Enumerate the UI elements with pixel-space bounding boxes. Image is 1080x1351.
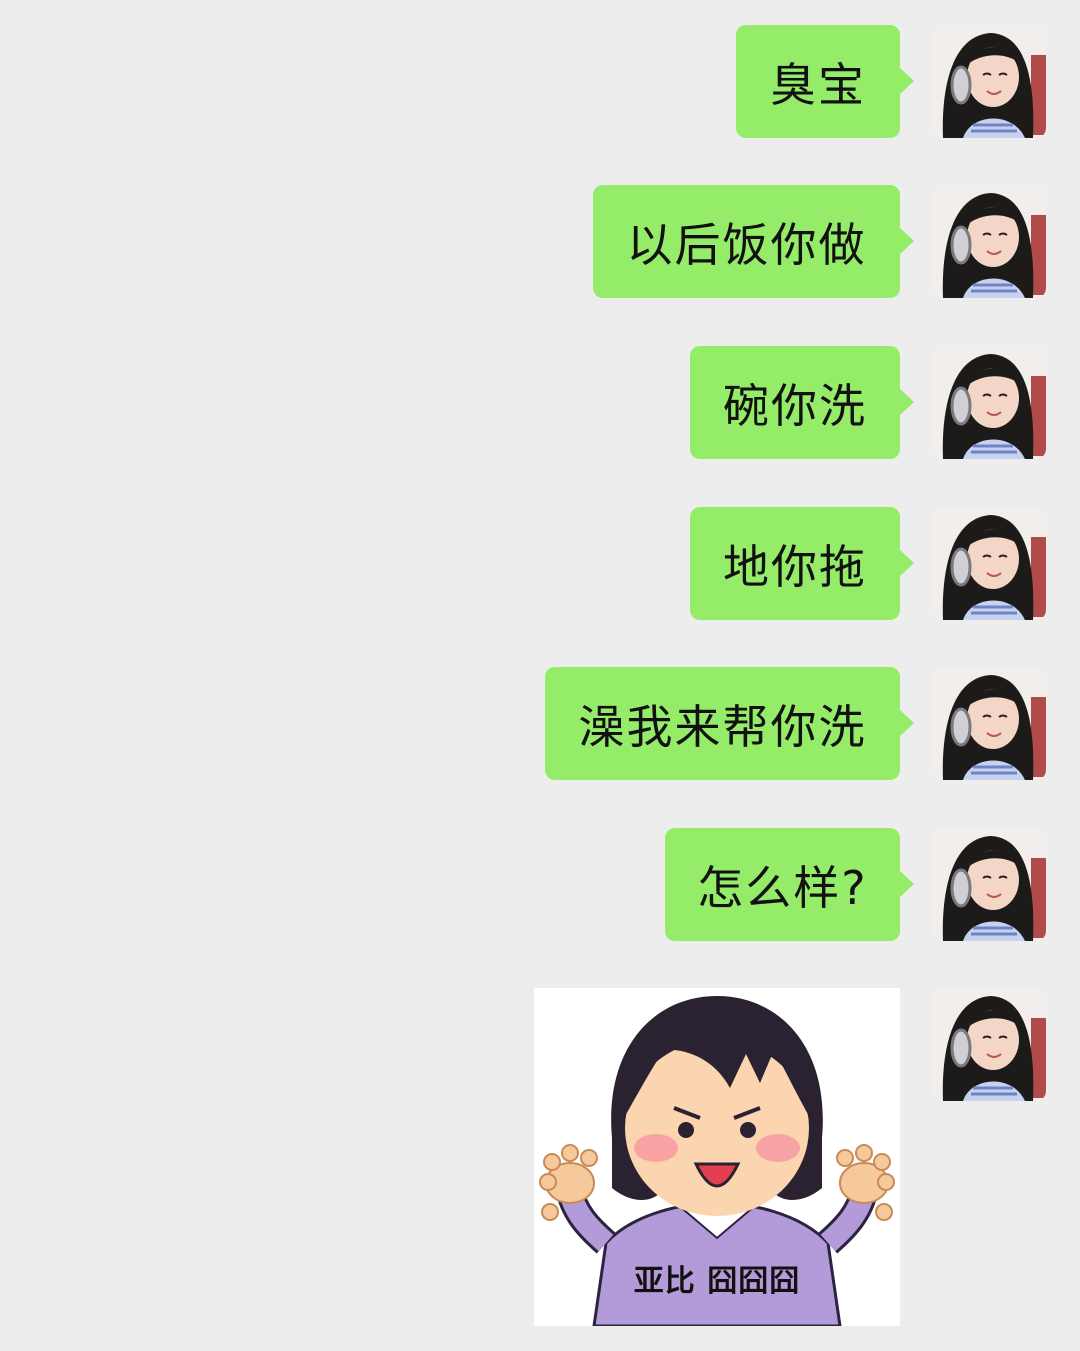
avatar[interactable] bbox=[933, 25, 1046, 138]
avatar[interactable] bbox=[933, 988, 1046, 1101]
avatar-photo-icon bbox=[933, 25, 1046, 138]
avatar[interactable] bbox=[933, 507, 1046, 620]
message-text: 臭宝 bbox=[770, 57, 866, 112]
avatar-photo-icon bbox=[933, 507, 1046, 620]
avatar[interactable] bbox=[933, 828, 1046, 941]
avatar-photo-icon bbox=[933, 667, 1046, 780]
message-text: 地你拖 bbox=[723, 539, 867, 594]
avatar[interactable] bbox=[933, 667, 1046, 780]
message-text: 碗你洗 bbox=[723, 378, 867, 433]
avatar-photo-icon bbox=[933, 185, 1046, 298]
chat-view: 臭宝 以后饭你做 碗你洗 地你拖 澡我来帮你洗 怎么样? 亚比 囧囧囧 bbox=[0, 0, 1080, 1351]
message-bubble[interactable]: 地你拖 bbox=[690, 507, 914, 620]
avatar[interactable] bbox=[933, 346, 1046, 459]
sticker-caption: 亚比 囧囧囧 bbox=[633, 1264, 801, 1299]
message-text: 怎么样? bbox=[697, 860, 868, 915]
avatar-photo-icon bbox=[933, 346, 1046, 459]
message-bubble[interactable]: 臭宝 bbox=[736, 25, 914, 138]
message-bubble[interactable]: 怎么样? bbox=[665, 828, 914, 941]
message-text: 澡我来帮你洗 bbox=[578, 699, 867, 754]
message-text: 以后饭你做 bbox=[626, 217, 867, 272]
message-bubble[interactable]: 以后饭你做 bbox=[593, 185, 914, 298]
message-bubble[interactable]: 澡我来帮你洗 bbox=[545, 667, 914, 780]
message-bubble[interactable]: 碗你洗 bbox=[690, 346, 914, 459]
avatar[interactable] bbox=[933, 185, 1046, 298]
avatar-photo-icon bbox=[933, 828, 1046, 941]
avatar-photo-icon bbox=[933, 988, 1046, 1101]
sticker-message[interactable]: 亚比 囧囧囧 bbox=[534, 988, 900, 1326]
